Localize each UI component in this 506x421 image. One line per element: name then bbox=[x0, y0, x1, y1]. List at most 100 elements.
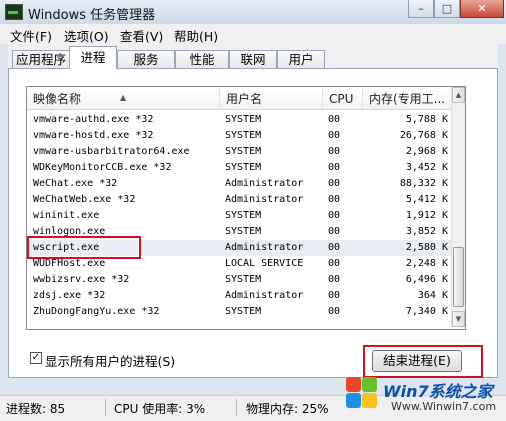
column-label-user-name: 用户名 bbox=[226, 92, 263, 106]
table-row[interactable]: vmware-authd.exe *32 SYSTEM 00 5,788 K bbox=[27, 112, 452, 128]
column-header-user-name[interactable]: 用户名 bbox=[220, 87, 323, 109]
table-row[interactable]: zdsj.exe *32 Administrator 00 364 K bbox=[27, 288, 452, 304]
cpu-cell: 00 bbox=[328, 130, 341, 141]
column-label-cpu: CPU bbox=[329, 92, 354, 106]
user-name-cell: SYSTEM bbox=[225, 114, 262, 125]
tab-services[interactable]: 服务 bbox=[117, 50, 175, 68]
process-name-cell: WeChatWeb.exe *32 bbox=[33, 194, 136, 205]
tab-processes[interactable]: 进程 bbox=[69, 46, 117, 69]
cpu-cell: 00 bbox=[328, 114, 341, 125]
table-row[interactable]: WDKeyMonitorCCB.exe *32 SYSTEM 00 3,452 K bbox=[27, 160, 452, 176]
watermark-brand: Win7系统之家 bbox=[383, 382, 493, 401]
user-name-cell: SYSTEM bbox=[225, 226, 262, 237]
highlight-box-selected-process bbox=[27, 236, 141, 259]
memory-cell: 1,912 K bbox=[405, 210, 448, 221]
highlight-box-end-process bbox=[363, 345, 483, 378]
task-manager-icon bbox=[5, 4, 23, 20]
user-name-cell: SYSTEM bbox=[225, 210, 262, 221]
status-cpu-usage: CPU 使用率: 3% bbox=[114, 402, 206, 416]
table-row[interactable]: wwbizsrv.exe *32 SYSTEM 00 6,496 K bbox=[27, 272, 452, 288]
process-list[interactable]: ▲ 映像名称 用户名 CPU 内存(专用工... vmware-authd.ex… bbox=[26, 86, 466, 330]
window-controls: – □ ✕ bbox=[408, 0, 504, 18]
window-title: Windows 任务管理器 bbox=[28, 8, 156, 23]
cpu-cell: 00 bbox=[328, 194, 341, 205]
column-header-image-name[interactable]: ▲ 映像名称 bbox=[27, 87, 220, 109]
memory-cell: 3,452 K bbox=[405, 162, 448, 173]
process-name-cell: WeChat.exe *32 bbox=[33, 178, 118, 189]
cpu-cell: 00 bbox=[328, 242, 341, 253]
status-divider bbox=[236, 399, 237, 416]
table-row[interactable]: WeChat.exe *32 Administrator 00 88,332 K bbox=[27, 176, 452, 192]
menu-options[interactable]: 选项(O) bbox=[64, 26, 109, 45]
memory-cell: 2,968 K bbox=[405, 146, 448, 157]
tab-networking[interactable]: 联网 bbox=[229, 50, 277, 68]
process-name-cell: vmware-hostd.exe *32 bbox=[33, 130, 154, 141]
scrollbar-thumb[interactable] bbox=[453, 247, 464, 307]
cpu-cell: 00 bbox=[328, 146, 341, 157]
process-name-cell: wwbizsrv.exe *32 bbox=[33, 274, 130, 285]
column-label-image-name: 映像名称 bbox=[33, 92, 82, 106]
status-physical-memory: 物理内存: 25% bbox=[246, 402, 329, 416]
tab-users[interactable]: 用户 bbox=[277, 50, 325, 68]
process-name-cell: WDKeyMonitorCCB.exe *32 bbox=[33, 162, 172, 173]
cpu-cell: 00 bbox=[328, 290, 341, 301]
watermark-url: Www.Winwin7.com bbox=[391, 400, 497, 413]
list-header: ▲ 映像名称 用户名 CPU 内存(专用工... bbox=[27, 87, 452, 110]
menu-view[interactable]: 查看(V) bbox=[120, 26, 163, 45]
menu-file[interactable]: 文件(F) bbox=[10, 26, 52, 45]
process-name-cell: vmware-usbarbitrator64.exe bbox=[33, 146, 190, 157]
show-all-users-label[interactable]: 显示所有用户的进程(S) bbox=[45, 351, 175, 370]
menu-help[interactable]: 帮助(H) bbox=[174, 26, 218, 45]
cpu-cell: 00 bbox=[328, 210, 341, 221]
cpu-cell: 00 bbox=[328, 306, 341, 317]
memory-cell: 7,340 K bbox=[405, 306, 448, 317]
user-name-cell: Administrator bbox=[225, 290, 304, 301]
process-name-cell: ZhuDongFangYu.exe *32 bbox=[33, 306, 160, 317]
cpu-cell: 00 bbox=[328, 274, 341, 285]
menu-bar: 文件(F) 选项(O) 查看(V) 帮助(H) bbox=[0, 24, 506, 44]
cpu-cell: 00 bbox=[328, 178, 341, 189]
user-name-cell: Administrator bbox=[225, 194, 304, 205]
column-label-memory: 内存(专用工... bbox=[369, 92, 446, 106]
process-name-cell: wininit.exe bbox=[33, 210, 100, 221]
memory-cell: 26,768 K bbox=[399, 130, 448, 141]
memory-cell: 6,496 K bbox=[405, 274, 448, 285]
memory-cell: 5,788 K bbox=[405, 114, 448, 125]
scroll-up-icon[interactable]: ▲ bbox=[452, 87, 465, 103]
scroll-down-icon[interactable]: ▼ bbox=[452, 311, 465, 327]
table-row[interactable]: ZhuDongFangYu.exe *32 SYSTEM 00 7,340 K bbox=[27, 304, 452, 320]
user-name-cell: SYSTEM bbox=[225, 162, 262, 173]
close-button[interactable]: ✕ bbox=[460, 0, 504, 18]
tab-performance[interactable]: 性能 bbox=[175, 50, 229, 68]
maximize-button[interactable]: □ bbox=[434, 0, 460, 18]
vertical-scrollbar[interactable]: ▲ ▼ bbox=[451, 87, 465, 327]
memory-cell: 364 K bbox=[417, 290, 448, 301]
user-name-cell: SYSTEM bbox=[225, 274, 262, 285]
column-header-cpu[interactable]: CPU bbox=[323, 87, 363, 109]
user-name-cell: SYSTEM bbox=[225, 146, 262, 157]
status-divider bbox=[105, 399, 106, 416]
site-watermark: Win7系统之家 Www.Winwin7.com bbox=[345, 376, 505, 420]
cpu-cell: 00 bbox=[328, 258, 341, 269]
memory-cell: 2,580 K bbox=[405, 242, 448, 253]
windows-logo-icon bbox=[345, 376, 379, 410]
show-all-users-checkbox[interactable]: ✓ bbox=[30, 352, 42, 364]
title-bar[interactable]: Windows 任务管理器 – □ ✕ bbox=[0, 0, 506, 24]
user-name-cell: Administrator bbox=[225, 242, 304, 253]
table-row[interactable]: WeChatWeb.exe *32 Administrator 00 5,412 K bbox=[27, 192, 452, 208]
column-header-memory[interactable]: 内存(专用工... bbox=[363, 87, 452, 109]
minimize-button[interactable]: – bbox=[408, 0, 434, 18]
user-name-cell: SYSTEM bbox=[225, 306, 262, 317]
memory-cell: 88,332 K bbox=[399, 178, 448, 189]
memory-cell: 3,852 K bbox=[405, 226, 448, 237]
cpu-cell: 00 bbox=[328, 226, 341, 237]
user-name-cell: LOCAL SERVICE bbox=[225, 258, 304, 269]
user-name-cell: Administrator bbox=[225, 178, 304, 189]
memory-cell: 5,412 K bbox=[405, 194, 448, 205]
table-row[interactable]: vmware-hostd.exe *32 SYSTEM 00 26,768 K bbox=[27, 128, 452, 144]
process-name-cell: zdsj.exe *32 bbox=[33, 290, 106, 301]
tab-applications[interactable]: 应用程序 bbox=[12, 50, 70, 68]
table-row[interactable]: vmware-usbarbitrator64.exe SYSTEM 00 2,968 … bbox=[27, 144, 452, 160]
table-row[interactable]: wininit.exe SYSTEM 00 1,912 K bbox=[27, 208, 452, 224]
status-process-count: 进程数: 85 bbox=[6, 402, 66, 416]
